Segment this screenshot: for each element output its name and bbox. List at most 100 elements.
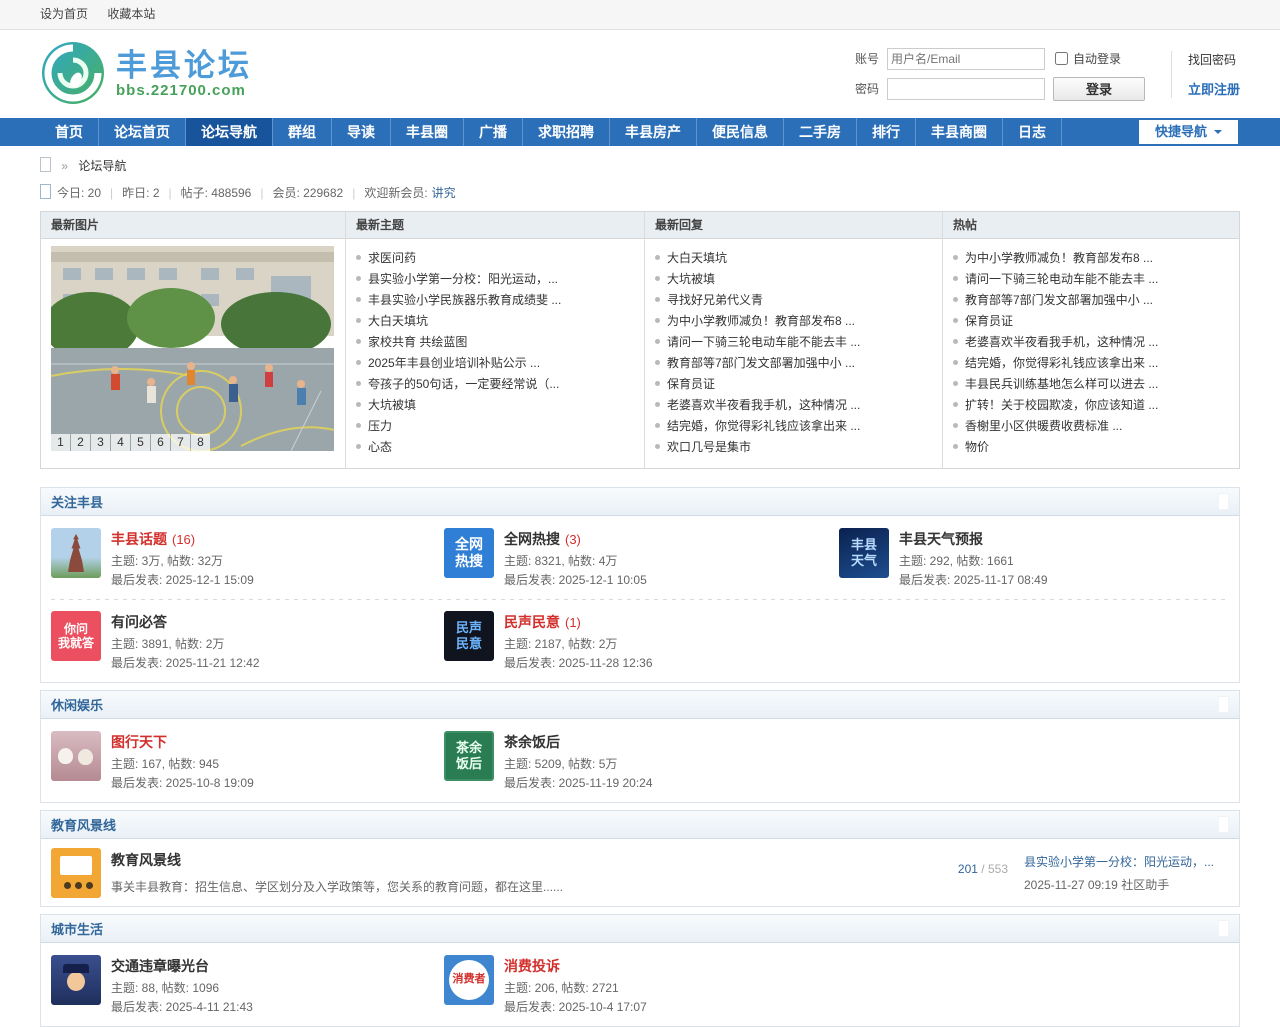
forum-link[interactable]: 教育风景线 <box>111 852 181 868</box>
photo-pager-button[interactable]: 4 <box>111 434 130 451</box>
login-button[interactable]: 登录 <box>1053 77 1145 101</box>
stats-icon <box>40 184 51 199</box>
hot-post-link[interactable]: 保育员证 <box>965 314 1013 328</box>
section-title[interactable]: 关注丰县 <box>51 492 103 511</box>
collapse-icon[interactable] <box>1218 920 1229 937</box>
hot-post-link[interactable]: 教育部等7部门发文部署加强中小 ... <box>965 293 1153 307</box>
nav-link[interactable]: 首页 <box>40 118 98 146</box>
forum-link[interactable]: 有问必答 <box>111 614 167 630</box>
reply-link[interactable]: 教育部等7部门发文部署加强中小 ... <box>667 356 855 370</box>
forum-link[interactable]: 丰县天气预报 <box>899 531 983 547</box>
nav-link[interactable]: 丰县商圈 <box>916 118 1002 146</box>
forum-icon[interactable]: 丰县 天气 <box>839 528 889 578</box>
quick-nav-button[interactable]: 快捷导航 <box>1139 120 1238 144</box>
set-homepage-link[interactable]: 设为首页 <box>40 7 88 21</box>
hot-post-link[interactable]: 丰县民兵训练基地怎么样可以进去 ... <box>965 377 1158 391</box>
section-title[interactable]: 教育风景线 <box>51 815 116 834</box>
latest-photo[interactable]: 12345678 <box>51 246 334 451</box>
reply-link[interactable]: 大坑被填 <box>667 272 715 286</box>
reply-link[interactable]: 寻找好兄弟代义青 <box>667 293 763 307</box>
photo-pager-button[interactable]: 1 <box>51 434 70 451</box>
hot-post-link[interactable]: 香榭里小区供暖费收费标准 ... <box>965 419 1122 433</box>
photo-pager-button[interactable]: 7 <box>171 434 190 451</box>
lastpost-title-link[interactable]: 县实验小学第一分校：阳光运动，... <box>1024 853 1229 870</box>
reply-link[interactable]: 老婆喜欢半夜看我手机，这种情况 ... <box>667 398 860 412</box>
photo-pager-button[interactable]: 8 <box>191 434 210 451</box>
forum-link[interactable]: 图行天下 <box>111 734 167 750</box>
reply-link[interactable]: 大白天填坑 <box>667 251 727 265</box>
new-member-link[interactable]: 讲究 <box>432 186 456 200</box>
forum-link[interactable]: 交通违章曝光台 <box>111 958 209 974</box>
reply-link[interactable]: 请问一下骑三轮电动车能不能去丰 ... <box>667 335 860 349</box>
forum-link[interactable]: 茶余饭后 <box>504 734 560 750</box>
nav-link[interactable]: 求职招聘 <box>523 118 609 146</box>
topic-link[interactable]: 求医问药 <box>368 251 416 265</box>
forum-item: 图行天下 主题: 167, 帖数: 945 最后发表: 2025-10-8 19… <box>51 719 444 802</box>
forum-link[interactable]: 消费投诉 <box>504 958 560 974</box>
forum-link[interactable]: 全网热搜 <box>504 531 560 547</box>
reply-link[interactable]: 为中小学教师减负！教育部发布8 ... <box>667 314 855 328</box>
collapse-icon[interactable] <box>1218 816 1229 833</box>
photo-pager-button[interactable]: 5 <box>131 434 150 451</box>
forum-icon[interactable]: 全网 热搜 <box>444 528 494 578</box>
photo-pager-button[interactable]: 2 <box>71 434 90 451</box>
forum-link[interactable]: 民声民意 <box>504 614 560 630</box>
hot-post-link[interactable]: 为中小学教师减负！教育部发布8 ... <box>965 251 1153 265</box>
forum-icon[interactable]: 你问 我就答 <box>51 611 101 661</box>
forum-icon[interactable]: 民声 民意 <box>444 611 494 661</box>
nav-link[interactable]: 排行 <box>857 118 915 146</box>
section-title[interactable]: 城市生活 <box>51 919 103 938</box>
nav-link[interactable]: 便民信息 <box>697 118 783 146</box>
photo-pager-button[interactable]: 3 <box>91 434 110 451</box>
nav-link[interactable]: 群组 <box>273 118 331 146</box>
site-title: 丰县论坛 <box>116 50 252 82</box>
account-input[interactable] <box>887 48 1045 70</box>
topic-link[interactable]: 心态 <box>368 440 392 454</box>
hot-post-link[interactable]: 物价 <box>965 440 989 454</box>
forum-icon[interactable] <box>51 731 101 781</box>
nav-link[interactable]: 日志 <box>1003 118 1061 146</box>
reply-link[interactable]: 欢口几号是集市 <box>667 440 751 454</box>
hot-post-link[interactable]: 扩转！关于校园欺凌，你应该知道 ... <box>965 398 1158 412</box>
reply-link[interactable]: 保育员证 <box>667 377 715 391</box>
nav-link[interactable]: 丰县房产 <box>610 118 696 146</box>
hot-post-link[interactable]: 请问一下骑三轮电动车能不能去丰 ... <box>965 272 1158 286</box>
breadcrumb-current[interactable]: 论坛导航 <box>78 159 126 173</box>
topic-link[interactable]: 县实验小学第一分校：阳光运动，... <box>368 272 558 286</box>
topic-link[interactable]: 丰县实验小学民族器乐教育成绩斐 ... <box>368 293 561 307</box>
home-icon[interactable] <box>40 157 51 172</box>
topic-link[interactable]: 大白天填坑 <box>368 314 428 328</box>
nav-link[interactable]: 广播 <box>464 118 522 146</box>
topic-link[interactable]: 家校共育 共绘蓝图 <box>368 335 467 349</box>
nav-link[interactable]: 导读 <box>332 118 390 146</box>
nav-link[interactable]: 二手房 <box>784 118 856 146</box>
reply-link[interactable]: 结完婚，你觉得彩礼钱应该拿出来 ... <box>667 419 860 433</box>
topic-link[interactable]: 2025年丰县创业培训补贴公示 ... <box>368 356 540 370</box>
bullet-icon <box>356 255 361 260</box>
topic-link[interactable]: 压力 <box>368 419 392 433</box>
forum-link[interactable]: 丰县话题 <box>111 531 167 547</box>
auto-login-checkbox[interactable] <box>1055 52 1068 65</box>
register-link[interactable]: 立即注册 <box>1188 79 1240 98</box>
auto-login-option[interactable]: 自动登录 <box>1053 50 1157 67</box>
forum-icon[interactable]: 茶余 饭后 <box>444 731 494 781</box>
topic-link[interactable]: 大坑被填 <box>368 398 416 412</box>
hot-post-link[interactable]: 结完婚，你觉得彩礼钱应该拿出来 ... <box>965 356 1158 370</box>
nav-link[interactable]: 丰县圈 <box>391 118 463 146</box>
section-title[interactable]: 休闲娱乐 <box>51 695 103 714</box>
forum-icon[interactable]: 消费者 <box>444 955 494 1005</box>
photo-pager-button[interactable]: 6 <box>151 434 170 451</box>
collapse-icon[interactable] <box>1218 493 1229 510</box>
collapse-icon[interactable] <box>1218 696 1229 713</box>
forum-icon[interactable] <box>51 528 101 578</box>
forgot-password-link[interactable]: 找回密码 <box>1188 51 1240 68</box>
site-logo[interactable]: 丰县论坛 bbs.221700.com <box>40 40 252 109</box>
nav-link[interactable]: 论坛导航 <box>186 118 272 146</box>
bookmark-site-link[interactable]: 收藏本站 <box>107 7 155 21</box>
forum-icon[interactable] <box>51 848 101 898</box>
password-input[interactable] <box>887 78 1045 100</box>
forum-icon[interactable] <box>51 955 101 1005</box>
topic-link[interactable]: 夸孩子的50句话，一定要经常说（... <box>368 377 559 391</box>
hot-post-link[interactable]: 老婆喜欢半夜看我手机，这种情况 ... <box>965 335 1158 349</box>
nav-link[interactable]: 论坛首页 <box>99 118 185 146</box>
